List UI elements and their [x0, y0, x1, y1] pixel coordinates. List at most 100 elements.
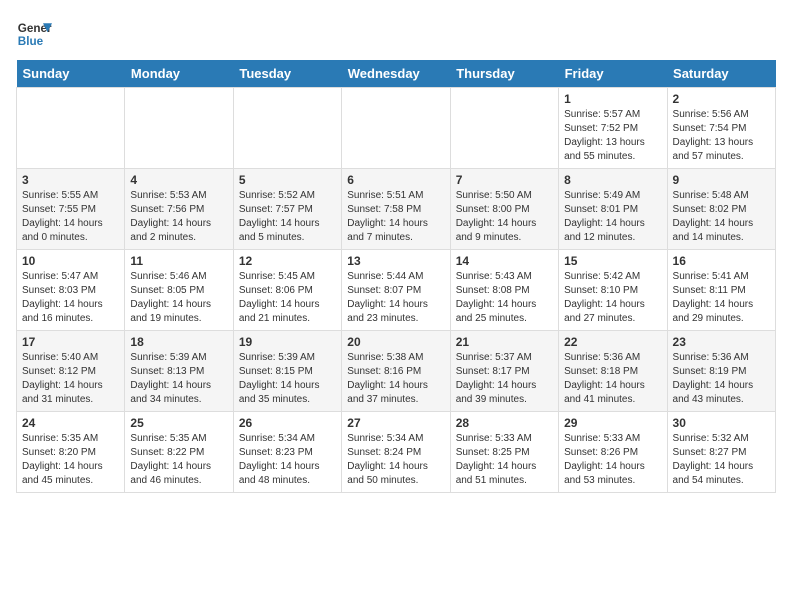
day-cell: 24 Sunrise: 5:35 AM Sunset: 8:20 PM Dayli…: [17, 412, 125, 493]
day-number: 29: [564, 416, 661, 430]
day-info: Sunrise: 5:38 AM Sunset: 8:16 PM Dayligh…: [347, 351, 444, 407]
day-number: 11: [130, 254, 227, 268]
logo: General Blue: [16, 16, 56, 52]
day-info: Sunrise: 5:34 AM Sunset: 8:24 PM Dayligh…: [347, 432, 444, 488]
day-cell: 4 Sunrise: 5:53 AM Sunset: 7:56 PM Daylig…: [125, 169, 233, 250]
day-cell: [450, 88, 558, 169]
day-info: Sunrise: 5:37 AM Sunset: 8:17 PM Dayligh…: [456, 351, 553, 407]
day-info: Sunrise: 5:52 AM Sunset: 7:57 PM Dayligh…: [239, 189, 336, 245]
day-info: Sunrise: 5:55 AM Sunset: 7:55 PM Dayligh…: [22, 189, 119, 245]
day-number: 4: [130, 173, 227, 187]
week-row-4: 17Sunrise: 5:40 AM Sunset: 8:12 PM Dayli…: [17, 331, 776, 412]
day-number: 21: [456, 335, 553, 349]
day-cell: 9 Sunrise: 5:48 AM Sunset: 8:02 PM Daylig…: [667, 169, 775, 250]
day-cell: 8 Sunrise: 5:49 AM Sunset: 8:01 PM Daylig…: [559, 169, 667, 250]
day-info: Sunrise: 5:45 AM Sunset: 8:06 PM Dayligh…: [239, 270, 336, 326]
day-info: Sunrise: 5:33 AM Sunset: 8:26 PM Dayligh…: [564, 432, 661, 488]
day-cell: 10Sunrise: 5:47 AM Sunset: 8:03 PM Dayli…: [17, 250, 125, 331]
day-cell: [17, 88, 125, 169]
day-number: 9: [673, 173, 770, 187]
day-info: Sunrise: 5:53 AM Sunset: 7:56 PM Dayligh…: [130, 189, 227, 245]
header: General Blue: [16, 16, 776, 52]
day-info: Sunrise: 5:41 AM Sunset: 8:11 PM Dayligh…: [673, 270, 770, 326]
day-info: Sunrise: 5:42 AM Sunset: 8:10 PM Dayligh…: [564, 270, 661, 326]
day-cell: [342, 88, 450, 169]
header-cell-monday: Monday: [125, 60, 233, 88]
day-cell: 20Sunrise: 5:38 AM Sunset: 8:16 PM Dayli…: [342, 331, 450, 412]
day-number: 18: [130, 335, 227, 349]
calendar-table: SundayMondayTuesdayWednesdayThursdayFrid…: [16, 60, 776, 493]
day-number: 2: [673, 92, 770, 106]
header-cell-friday: Friday: [559, 60, 667, 88]
logo-icon: General Blue: [16, 16, 52, 52]
day-cell: 26 Sunrise: 5:34 AM Sunset: 8:23 PM Dayli…: [233, 412, 341, 493]
day-info: Sunrise: 5:35 AM Sunset: 8:20 PM Dayligh…: [22, 432, 119, 488]
day-info: Sunrise: 5:32 AM Sunset: 8:27 PM Dayligh…: [673, 432, 770, 488]
day-info: Sunrise: 5:51 AM Sunset: 7:58 PM Dayligh…: [347, 189, 444, 245]
header-cell-tuesday: Tuesday: [233, 60, 341, 88]
day-cell: 28Sunrise: 5:33 AM Sunset: 8:25 PM Dayli…: [450, 412, 558, 493]
day-number: 14: [456, 254, 553, 268]
day-info: Sunrise: 5:49 AM Sunset: 8:01 PM Dayligh…: [564, 189, 661, 245]
day-cell: 13Sunrise: 5:44 AM Sunset: 8:07 PM Dayli…: [342, 250, 450, 331]
day-cell: 7 Sunrise: 5:50 AM Sunset: 8:00 PM Daylig…: [450, 169, 558, 250]
day-info: Sunrise: 5:56 AM Sunset: 7:54 PM Dayligh…: [673, 108, 770, 164]
day-number: 27: [347, 416, 444, 430]
day-cell: 19 Sunrise: 5:39 AM Sunset: 8:15 PM Dayli…: [233, 331, 341, 412]
day-number: 7: [456, 173, 553, 187]
day-cell: [233, 88, 341, 169]
calendar-header-row: SundayMondayTuesdayWednesdayThursdayFrid…: [17, 60, 776, 88]
day-cell: [125, 88, 233, 169]
day-cell: 12Sunrise: 5:45 AM Sunset: 8:06 PM Dayli…: [233, 250, 341, 331]
day-number: 30: [673, 416, 770, 430]
day-info: Sunrise: 5:36 AM Sunset: 8:19 PM Dayligh…: [673, 351, 770, 407]
day-number: 22: [564, 335, 661, 349]
day-info: Sunrise: 5:50 AM Sunset: 8:00 PM Dayligh…: [456, 189, 553, 245]
day-info: Sunrise: 5:57 AM Sunset: 7:52 PM Dayligh…: [564, 108, 661, 164]
day-number: 1: [564, 92, 661, 106]
day-number: 23: [673, 335, 770, 349]
day-info: Sunrise: 5:34 AM Sunset: 8:23 PM Dayligh…: [239, 432, 336, 488]
day-cell: 30 Sunrise: 5:32 AM Sunset: 8:27 PM Dayli…: [667, 412, 775, 493]
day-cell: 21 Sunrise: 5:37 AM Sunset: 8:17 PM Dayli…: [450, 331, 558, 412]
day-info: Sunrise: 5:36 AM Sunset: 8:18 PM Dayligh…: [564, 351, 661, 407]
day-number: 17: [22, 335, 119, 349]
day-cell: 23 Sunrise: 5:36 AM Sunset: 8:19 PM Dayli…: [667, 331, 775, 412]
header-cell-sunday: Sunday: [17, 60, 125, 88]
day-info: Sunrise: 5:33 AM Sunset: 8:25 PM Dayligh…: [456, 432, 553, 488]
header-cell-thursday: Thursday: [450, 60, 558, 88]
day-cell: 27 Sunrise: 5:34 AM Sunset: 8:24 PM Dayli…: [342, 412, 450, 493]
day-number: 3: [22, 173, 119, 187]
header-cell-wednesday: Wednesday: [342, 60, 450, 88]
day-cell: 3 Sunrise: 5:55 AM Sunset: 7:55 PM Daylig…: [17, 169, 125, 250]
day-cell: 16 Sunrise: 5:41 AM Sunset: 8:11 PM Dayli…: [667, 250, 775, 331]
day-cell: 2 Sunrise: 5:56 AM Sunset: 7:54 PM Daylig…: [667, 88, 775, 169]
day-number: 8: [564, 173, 661, 187]
day-info: Sunrise: 5:46 AM Sunset: 8:05 PM Dayligh…: [130, 270, 227, 326]
week-row-1: 1 Sunrise: 5:57 AM Sunset: 7:52 PM Daylig…: [17, 88, 776, 169]
day-info: Sunrise: 5:39 AM Sunset: 8:15 PM Dayligh…: [239, 351, 336, 407]
week-row-2: 3 Sunrise: 5:55 AM Sunset: 7:55 PM Daylig…: [17, 169, 776, 250]
day-cell: 5 Sunrise: 5:52 AM Sunset: 7:57 PM Daylig…: [233, 169, 341, 250]
day-info: Sunrise: 5:35 AM Sunset: 8:22 PM Dayligh…: [130, 432, 227, 488]
day-cell: 17Sunrise: 5:40 AM Sunset: 8:12 PM Dayli…: [17, 331, 125, 412]
day-info: Sunrise: 5:39 AM Sunset: 8:13 PM Dayligh…: [130, 351, 227, 407]
day-info: Sunrise: 5:47 AM Sunset: 8:03 PM Dayligh…: [22, 270, 119, 326]
day-info: Sunrise: 5:43 AM Sunset: 8:08 PM Dayligh…: [456, 270, 553, 326]
day-info: Sunrise: 5:44 AM Sunset: 8:07 PM Dayligh…: [347, 270, 444, 326]
day-cell: 18 Sunrise: 5:39 AM Sunset: 8:13 PM Dayli…: [125, 331, 233, 412]
day-number: 26: [239, 416, 336, 430]
day-number: 16: [673, 254, 770, 268]
day-cell: 1 Sunrise: 5:57 AM Sunset: 7:52 PM Daylig…: [559, 88, 667, 169]
day-number: 15: [564, 254, 661, 268]
day-cell: 22 Sunrise: 5:36 AM Sunset: 8:18 PM Dayli…: [559, 331, 667, 412]
day-number: 5: [239, 173, 336, 187]
day-number: 25: [130, 416, 227, 430]
day-info: Sunrise: 5:48 AM Sunset: 8:02 PM Dayligh…: [673, 189, 770, 245]
day-number: 19: [239, 335, 336, 349]
day-cell: 6Sunrise: 5:51 AM Sunset: 7:58 PM Daylig…: [342, 169, 450, 250]
day-cell: 14 Sunrise: 5:43 AM Sunset: 8:08 PM Dayli…: [450, 250, 558, 331]
week-row-3: 10Sunrise: 5:47 AM Sunset: 8:03 PM Dayli…: [17, 250, 776, 331]
day-number: 24: [22, 416, 119, 430]
day-cell: 15 Sunrise: 5:42 AM Sunset: 8:10 PM Dayli…: [559, 250, 667, 331]
